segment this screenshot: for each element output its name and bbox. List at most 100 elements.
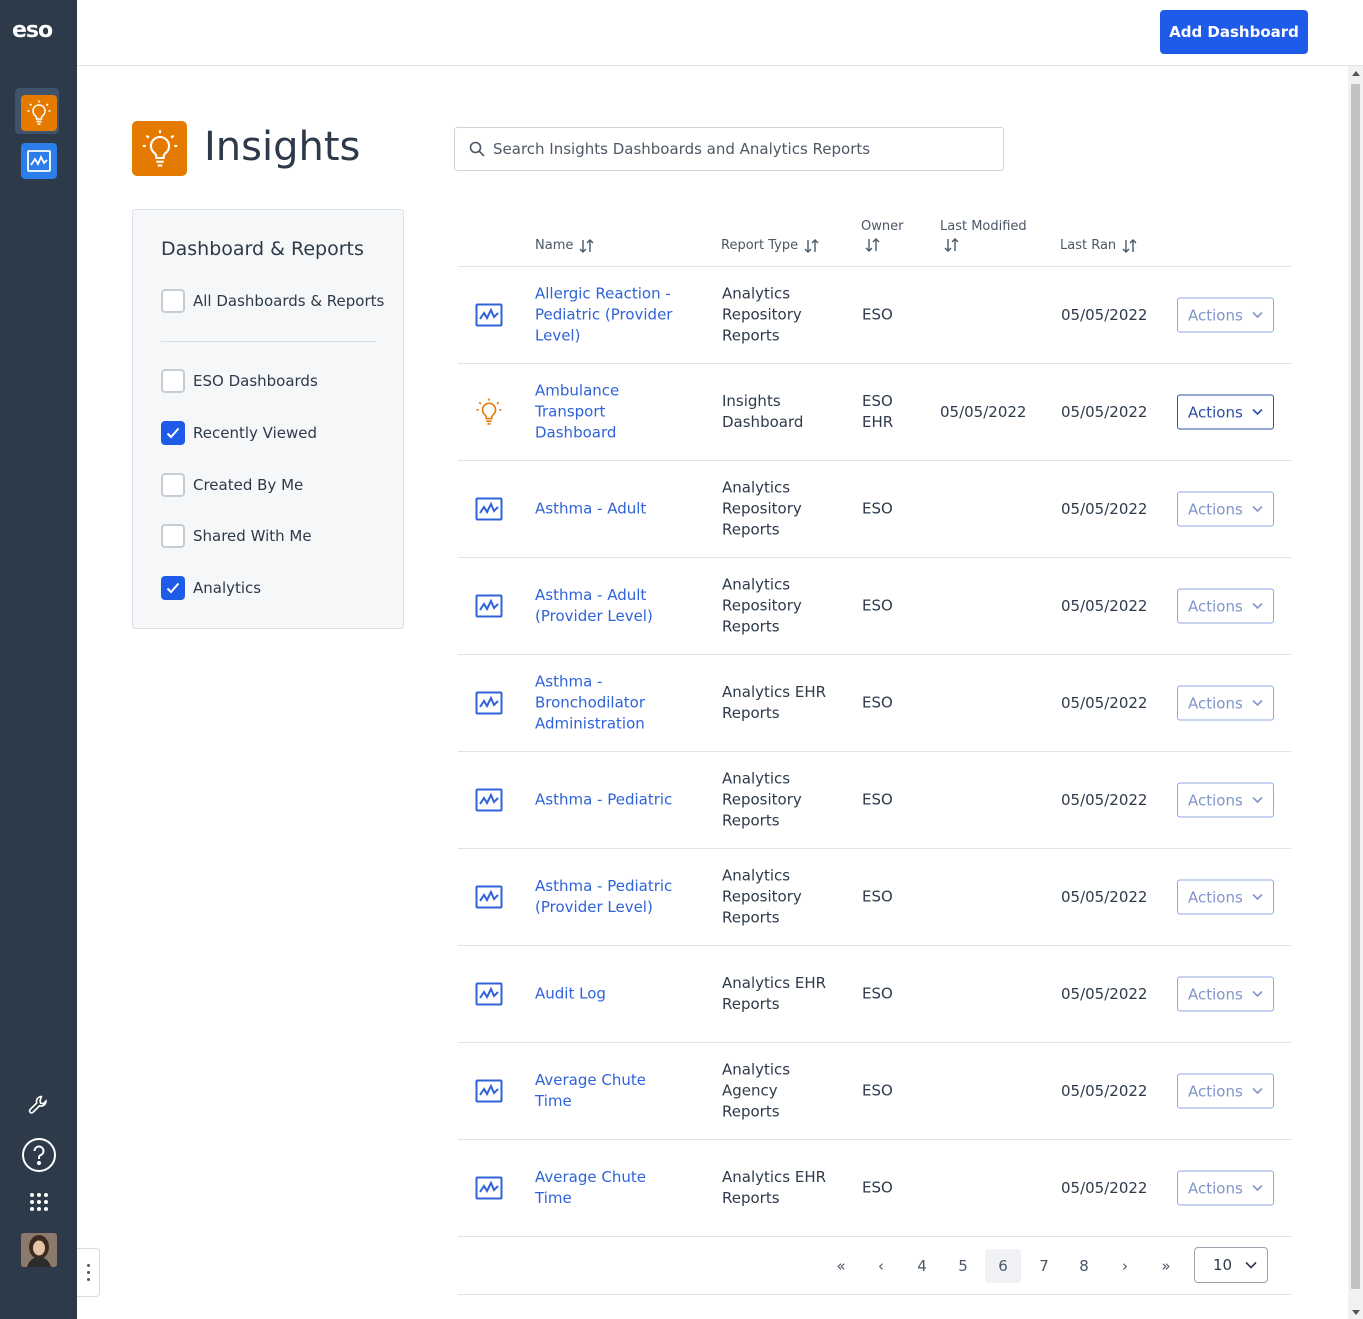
report-type-cell: Analytics Repository Reports: [722, 769, 802, 830]
report-type-cell: Analytics EHR Reports: [722, 683, 827, 722]
page-button[interactable]: 8: [1066, 1249, 1102, 1283]
insights-page-icon: [132, 121, 187, 176]
filter-panel: Dashboard & Reports All Dashboards & Rep…: [132, 209, 404, 629]
actions-dropdown-button[interactable]: Actions: [1177, 976, 1274, 1012]
actions-dropdown-button[interactable]: Actions: [1177, 491, 1274, 527]
actions-dropdown-button[interactable]: Actions: [1177, 685, 1274, 721]
actions-label: Actions: [1188, 597, 1243, 615]
column-label: Report Type: [721, 238, 799, 253]
column-header-last-ran[interactable]: Last Ran: [1060, 238, 1138, 253]
last-page-button[interactable]: »: [1148, 1249, 1184, 1283]
app-rail: eso: [0, 0, 77, 1319]
report-type-cell: Analytics Repository Reports: [722, 284, 802, 345]
actions-dropdown-button[interactable]: Actions: [1177, 1170, 1274, 1206]
scroll-up-arrow[interactable]: [1352, 71, 1360, 76]
chevron-down-icon: [1252, 893, 1263, 901]
report-type-cell: Analytics EHR Reports: [722, 974, 827, 1013]
actions-dropdown-button[interactable]: Actions: [1177, 394, 1274, 430]
eso-logo[interactable]: eso: [12, 18, 53, 43]
report-type-cell: Analytics Repository Reports: [722, 478, 802, 539]
app-grid-icon[interactable]: [21, 1184, 57, 1220]
checkbox[interactable]: [161, 524, 185, 548]
report-name-link[interactable]: Asthma - Pediatric: [535, 790, 685, 811]
report-name-link[interactable]: Ambulance Transport Dashboard: [535, 381, 685, 444]
column-header-report-type[interactable]: Report Type: [721, 238, 820, 253]
checkbox[interactable]: [161, 369, 185, 393]
last-ran-cell: 05/05/2022: [1061, 1179, 1148, 1197]
column-header-name[interactable]: Name: [535, 238, 595, 253]
report-name-link[interactable]: Asthma - Pediatric (Provider Level): [535, 876, 685, 918]
page-size-select[interactable]: 10: [1194, 1247, 1268, 1283]
actions-dropdown-button[interactable]: Actions: [1177, 297, 1274, 333]
insights-app-button[interactable]: [21, 95, 57, 131]
next-page-button[interactable]: ›: [1107, 1249, 1143, 1283]
report-type-cell: Analytics Repository Reports: [722, 866, 802, 927]
last-ran-cell: 05/05/2022: [1061, 306, 1148, 324]
table-row: Asthma - Pediatric (Provider Level) Analy…: [458, 849, 1291, 946]
table-row: Audit Log Analytics EHR Reports ESO 05/05/2…: [458, 946, 1291, 1043]
help-icon[interactable]: [21, 1137, 57, 1173]
chevron-down-icon: [1252, 796, 1263, 804]
column-label: Last Ran: [1060, 238, 1117, 253]
filter-all-dashboards[interactable]: All Dashboards & Reports: [161, 289, 384, 313]
actions-dropdown-button[interactable]: Actions: [1177, 1073, 1274, 1109]
scroll-down-arrow[interactable]: [1352, 1310, 1360, 1315]
page-title: Insights: [204, 124, 361, 170]
last-ran-cell: 05/05/2022: [1061, 597, 1148, 615]
filter-label: Shared With Me: [193, 527, 312, 545]
report-name-link[interactable]: Audit Log: [535, 984, 685, 1005]
filter-shared-with-me[interactable]: Shared With Me: [161, 524, 312, 548]
page-button[interactable]: 7: [1026, 1249, 1062, 1283]
page-button[interactable]: 5: [945, 1249, 981, 1283]
column-header-owner[interactable]: Owner: [861, 219, 903, 252]
sort-icon: [579, 238, 594, 253]
actions-label: Actions: [1188, 888, 1243, 906]
first-page-button[interactable]: «: [823, 1249, 859, 1283]
actions-dropdown-button[interactable]: Actions: [1177, 879, 1274, 915]
last-ran-cell: 05/05/2022: [1061, 403, 1148, 421]
actions-label: Actions: [1188, 1179, 1243, 1197]
checkbox[interactable]: [161, 289, 185, 313]
chevron-down-icon: [1252, 602, 1263, 610]
report-name-link[interactable]: Asthma - Bronchodilator Administration: [535, 672, 685, 735]
table-row: Asthma - Pediatric Analytics Repository R…: [458, 752, 1291, 849]
column-header-last-modified[interactable]: Last Modified: [940, 219, 1027, 252]
add-dashboard-button[interactable]: Add Dashboard: [1160, 10, 1308, 54]
filter-created-by-me[interactable]: Created By Me: [161, 473, 303, 497]
analytics-chart-icon: [474, 689, 504, 717]
chevron-down-icon: [1252, 1184, 1263, 1192]
actions-dropdown-button[interactable]: Actions: [1177, 588, 1274, 624]
current-page-button[interactable]: 6: [985, 1249, 1021, 1283]
scrollbar-thumb[interactable]: [1351, 84, 1360, 1289]
report-name-link[interactable]: Average Chute Time: [535, 1167, 685, 1209]
report-name-link[interactable]: Allergic Reaction - Pediatric (Provider …: [535, 284, 685, 347]
search-box[interactable]: [454, 127, 1004, 171]
report-name-link[interactable]: Average Chute Time: [535, 1070, 685, 1112]
filter-analytics[interactable]: Analytics: [161, 576, 261, 600]
actions-dropdown-button[interactable]: Actions: [1177, 782, 1274, 818]
checkbox-checked[interactable]: [161, 576, 185, 600]
wrench-icon[interactable]: [21, 1087, 57, 1123]
checkbox-checked[interactable]: [161, 421, 185, 445]
lightbulb-icon: [27, 100, 51, 125]
report-name-link[interactable]: Asthma - Adult: [535, 499, 685, 520]
search-icon: [469, 141, 485, 157]
owner-cell: ESO: [862, 1081, 893, 1100]
chevron-down-icon: [1252, 990, 1263, 998]
last-ran-cell: 05/05/2022: [1061, 791, 1148, 809]
sort-icon: [1122, 238, 1137, 253]
owner-cell: ESO: [862, 1178, 893, 1197]
filter-recently-viewed[interactable]: Recently Viewed: [161, 421, 317, 445]
page-button[interactable]: 4: [904, 1249, 940, 1283]
chevron-down-icon: [1252, 408, 1263, 416]
filter-eso-dashboards[interactable]: ESO Dashboards: [161, 369, 318, 393]
checkbox[interactable]: [161, 473, 185, 497]
search-input[interactable]: [493, 140, 993, 158]
report-name-link[interactable]: Asthma - Adult (Provider Level): [535, 585, 685, 627]
side-drawer-handle[interactable]: [77, 1248, 100, 1297]
analytics-chart-icon: [474, 980, 504, 1008]
page-scrollbar[interactable]: [1348, 66, 1363, 1319]
analytics-app-button[interactable]: [21, 143, 57, 179]
user-avatar[interactable]: [21, 1233, 57, 1267]
prev-page-button[interactable]: ‹: [863, 1249, 899, 1283]
